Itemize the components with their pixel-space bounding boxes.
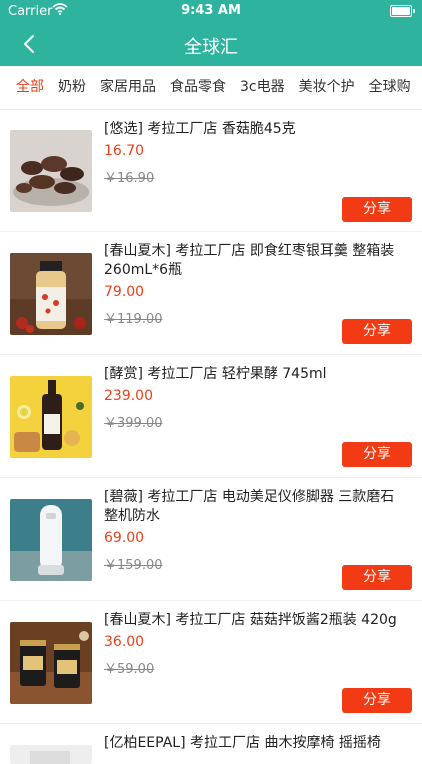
tab-electronics[interactable]: 3c电器	[233, 66, 292, 109]
original-price: ￥16.90	[104, 171, 155, 186]
product-price: 36.00	[104, 634, 145, 650]
status-bar: Carrier 9:43 AM	[0, 0, 422, 22]
product-name: [悠选] 考拉工厂店 香菇脆45克	[104, 121, 296, 137]
list-item[interactable]: [悠选] 考拉工厂店 香菇脆45克 16.70 ￥16.90 分享	[0, 110, 422, 232]
list-item[interactable]: [亿柏EEPAL] 考拉工厂店 曲木按摩椅 摇摇椅	[0, 724, 422, 764]
battery-icon	[390, 5, 415, 17]
product-name: [酵赏] 考拉工厂店 轻柠果酵 745ml	[104, 366, 327, 382]
tab-snacks[interactable]: 食品零食	[163, 66, 233, 109]
share-button[interactable]: 分享	[342, 688, 412, 713]
tab-all[interactable]: 全部	[0, 66, 51, 109]
tab-household[interactable]: 家居用品	[93, 66, 163, 109]
original-price: ￥399.00	[104, 416, 163, 431]
product-image[interactable]	[10, 130, 92, 212]
tab-global[interactable]: 全球购	[362, 66, 418, 109]
product-list: [悠选] 考拉工厂店 香菇脆45克 16.70 ￥16.90 分享 [春山夏木]…	[0, 110, 422, 764]
list-item[interactable]: [酵赏] 考拉工厂店 轻柠果酵 745ml 239.00 ￥399.00 分享	[0, 355, 422, 478]
category-tabs: 全部 奶粉 家居用品 食品零食 3c电器 美妆个护 全球购	[0, 66, 422, 110]
product-image[interactable]	[10, 499, 92, 581]
list-item[interactable]: [春山夏木] 考拉工厂店 即食红枣银耳羹 整箱装 260mL*6瓶 79.00 …	[0, 232, 422, 355]
original-price: ￥59.00	[104, 662, 155, 677]
page-title: 全球汇	[184, 37, 238, 58]
product-name: [春山夏木] 考拉工厂店 即食红枣银耳羹 整箱装 260mL*6瓶	[104, 243, 395, 278]
product-price: 69.00	[104, 530, 145, 546]
share-button[interactable]: 分享	[342, 197, 412, 222]
list-item[interactable]: [碧薇] 考拉工厂店 电动美足仪修脚器 三款磨石 整机防水 69.00 ￥159…	[0, 478, 422, 601]
product-image[interactable]	[10, 376, 92, 458]
product-name: [碧薇] 考拉工厂店 电动美足仪修脚器 三款磨石 整机防水	[104, 489, 395, 524]
tab-beauty[interactable]: 美妆个护	[292, 66, 362, 109]
product-name: [春山夏木] 考拉工厂店 菇菇拌饭酱2瓶装 420g	[104, 612, 397, 628]
product-image[interactable]	[10, 253, 92, 335]
product-image[interactable]	[10, 622, 92, 704]
product-price: 239.00	[104, 388, 153, 404]
list-item[interactable]: [春山夏木] 考拉工厂店 菇菇拌饭酱2瓶装 420g 36.00 ￥59.00 …	[0, 601, 422, 724]
clock: 9:43 AM	[181, 3, 241, 18]
share-button[interactable]: 分享	[342, 442, 412, 467]
product-price: 16.70	[104, 143, 145, 159]
share-button[interactable]: 分享	[342, 319, 412, 344]
original-price: ￥159.00	[104, 558, 163, 573]
product-price: 79.00	[104, 284, 145, 300]
nav-bar: 全球汇	[0, 22, 422, 66]
share-button[interactable]: 分享	[342, 565, 412, 590]
product-image[interactable]	[10, 745, 92, 764]
product-name: [亿柏EEPAL] 考拉工厂店 曲木按摩椅 摇摇椅	[104, 735, 381, 751]
original-price: ￥119.00	[104, 312, 163, 327]
tab-milk-powder[interactable]: 奶粉	[51, 66, 93, 109]
